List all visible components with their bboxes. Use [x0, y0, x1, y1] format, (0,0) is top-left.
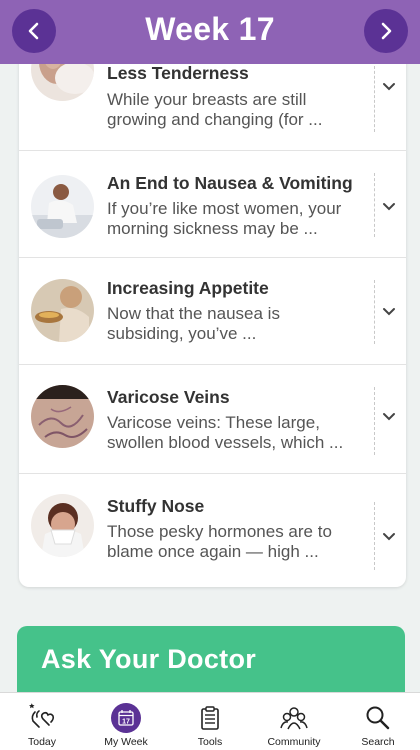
week-header: Week 17: [0, 0, 420, 64]
symptom-description: While your breasts are still growing and …: [107, 90, 323, 129]
page-title: Week 17: [145, 11, 275, 47]
tab-today[interactable]: Today: [0, 693, 84, 750]
search-icon: [363, 703, 393, 733]
chevron-down-icon[interactable]: [382, 412, 396, 422]
symptom-row-appetite[interactable]: Increasing Appetite Now that the nausea …: [19, 258, 406, 364]
symptom-row-varicose-veins[interactable]: Varicose Veins Varicose veins: These lar…: [19, 365, 406, 473]
tab-label: Community: [267, 736, 321, 748]
tab-search[interactable]: Search: [336, 693, 420, 750]
today-icon: [27, 703, 57, 733]
tab-label: Today: [27, 736, 57, 748]
tab-label: My Week: [104, 736, 148, 748]
tab-tools[interactable]: Tools: [168, 693, 252, 750]
chevron-down-icon[interactable]: [382, 82, 396, 92]
tab-community[interactable]: Community: [252, 693, 336, 750]
woman-at-sink-photo: [31, 175, 94, 238]
symptom-title: Less Tenderness: [107, 63, 249, 83]
community-icon: [279, 703, 309, 733]
chevron-down-icon[interactable]: [382, 307, 396, 317]
symptom-title: An End to Nausea & Vomiting: [107, 173, 353, 193]
tab-my-week[interactable]: 17 My Week: [84, 693, 168, 750]
symptom-title: Increasing Appetite: [107, 278, 269, 298]
symptom-row-nausea[interactable]: An End to Nausea & Vomiting If you’re li…: [19, 151, 406, 257]
symptom-description: Those pesky hormones are to blame once ag…: [107, 522, 332, 561]
clipboard-icon: [195, 703, 225, 733]
symptom-list-card: Less Tenderness While your breasts are s…: [19, 40, 406, 587]
symptom-description: Now that the nausea is subsiding, you’ve …: [107, 304, 280, 343]
varicose-veins-photo: [31, 385, 94, 448]
chevron-right-icon: [381, 22, 392, 40]
symptom-row-stuffy-nose[interactable]: Stuffy Nose Those pesky hormones are to b…: [19, 474, 406, 587]
chevron-down-icon[interactable]: [382, 202, 396, 212]
next-week-button[interactable]: [364, 9, 408, 53]
symptom-description: Varicose veins: These large, swollen bloo…: [107, 413, 344, 452]
chevron-down-icon[interactable]: [382, 532, 396, 542]
svg-text:17: 17: [122, 719, 130, 726]
calendar-icon: 17: [111, 703, 141, 733]
symptom-description: If you’re like most women, your morning s…: [107, 199, 342, 238]
woman-eating-photo: [31, 279, 94, 342]
symptom-title: Stuffy Nose: [107, 496, 205, 516]
woman-blowing-nose-photo: [31, 494, 94, 557]
bottom-tab-bar: Today 17 My Week Tools Community Search: [0, 692, 420, 750]
symptom-title: Varicose Veins: [107, 387, 230, 407]
ask-your-doctor-title: Ask Your Doctor: [41, 644, 257, 674]
tab-label: Tools: [197, 736, 223, 748]
tab-label: Search: [361, 736, 395, 748]
